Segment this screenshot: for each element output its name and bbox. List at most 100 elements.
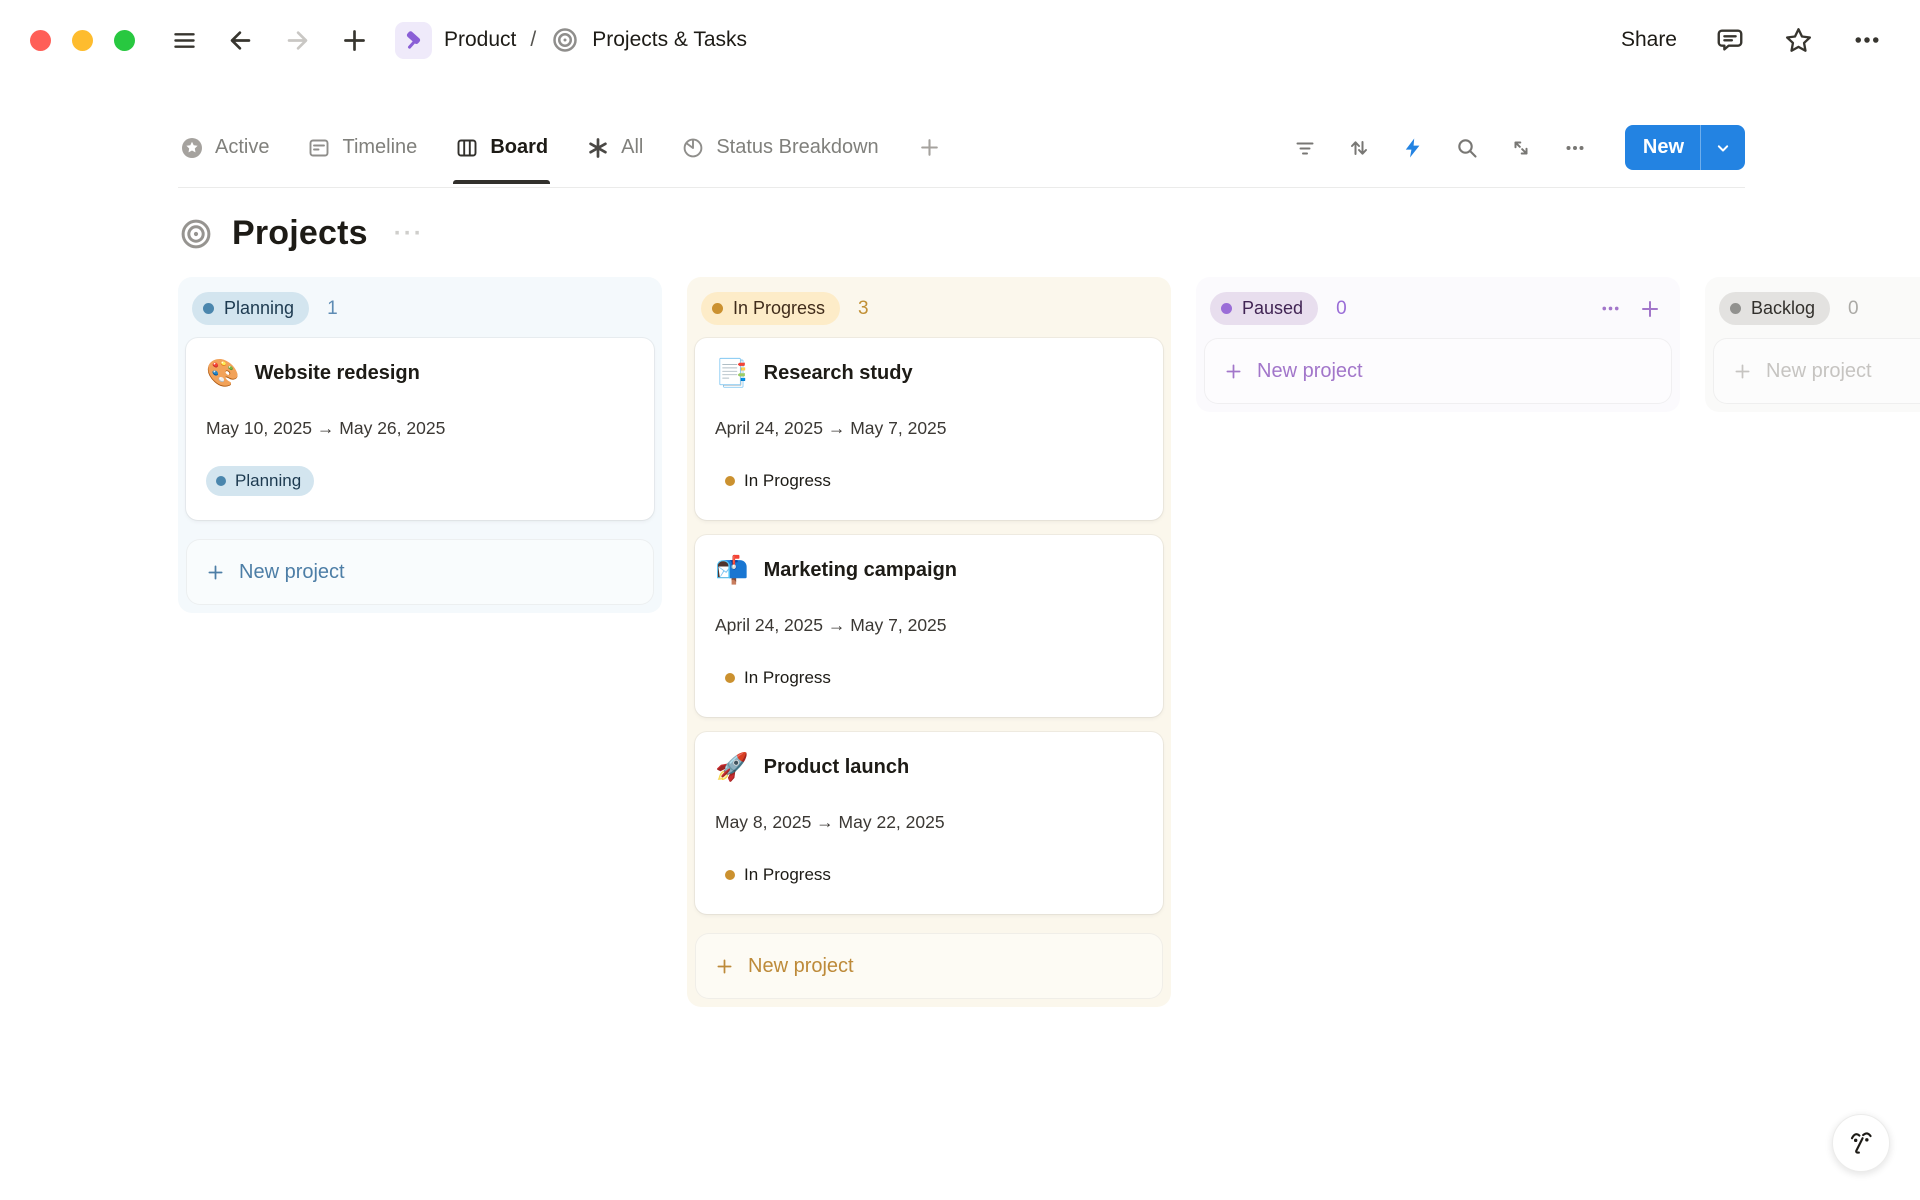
card-title: Marketing campaign bbox=[764, 559, 957, 582]
zoom-window-button[interactable] bbox=[114, 30, 135, 51]
view-controls: New bbox=[1293, 125, 1745, 170]
board-view: Planning 1 🎨 Website redesign May 10, 20… bbox=[178, 277, 1920, 1007]
status-label: Paused bbox=[1242, 298, 1303, 319]
column-more-icon[interactable] bbox=[1599, 297, 1622, 320]
card-status-tag: In Progress bbox=[715, 663, 844, 693]
column-count: 3 bbox=[858, 298, 869, 320]
new-project-label: New project bbox=[1257, 360, 1363, 383]
board-columns-icon bbox=[455, 136, 479, 160]
breadcrumb-workspace[interactable]: Product bbox=[444, 28, 516, 52]
workspace-hammer-icon[interactable] bbox=[395, 22, 432, 59]
status-dot bbox=[1730, 303, 1741, 314]
target-icon bbox=[550, 25, 580, 55]
traffic-lights bbox=[30, 30, 135, 51]
minimize-window-button[interactable] bbox=[72, 30, 93, 51]
tab-active-label: Active bbox=[215, 136, 269, 159]
column-actions bbox=[1599, 297, 1662, 321]
card-list: 📑 Research study April 24, 2025 → May 7,… bbox=[695, 338, 1163, 914]
tag-label: In Progress bbox=[744, 471, 831, 491]
new-project-button[interactable]: New project bbox=[1713, 338, 1920, 404]
timeline-icon bbox=[307, 136, 331, 160]
sidebar-menu-icon[interactable] bbox=[171, 27, 198, 54]
search-icon[interactable] bbox=[1455, 136, 1479, 160]
new-project-label: New project bbox=[1766, 360, 1872, 383]
chevron-down-icon[interactable] bbox=[1701, 138, 1745, 158]
favorite-star-icon[interactable] bbox=[1783, 25, 1814, 56]
card-title: Product launch bbox=[764, 756, 910, 779]
sort-icon[interactable] bbox=[1347, 136, 1371, 160]
bookmark-tabs-emoji-icon: 📑 bbox=[715, 360, 749, 387]
close-window-button[interactable] bbox=[30, 30, 51, 51]
comments-icon[interactable] bbox=[1715, 25, 1745, 55]
project-card-research-study[interactable]: 📑 Research study April 24, 2025 → May 7,… bbox=[695, 338, 1163, 520]
new-project-button[interactable]: New project bbox=[1204, 338, 1672, 404]
board-column-planning: Planning 1 🎨 Website redesign May 10, 20… bbox=[178, 277, 662, 613]
tab-board[interactable]: Board bbox=[453, 136, 550, 160]
more-options-icon[interactable] bbox=[1852, 25, 1882, 55]
forward-icon[interactable] bbox=[283, 26, 312, 55]
filter-icon[interactable] bbox=[1293, 136, 1317, 160]
new-project-button[interactable]: New project bbox=[186, 539, 654, 605]
page-target-icon bbox=[178, 216, 214, 252]
project-card-product-launch[interactable]: 🚀 Product launch May 8, 2025 → May 22, 2… bbox=[695, 732, 1163, 914]
card-list: 🎨 Website redesign May 10, 2025 → May 26… bbox=[186, 338, 654, 520]
column-count: 0 bbox=[1336, 298, 1347, 320]
star-circle-icon bbox=[180, 136, 204, 160]
new-project-button[interactable]: New project bbox=[695, 933, 1163, 999]
page-title-more-icon[interactable]: ··· bbox=[394, 220, 424, 248]
tab-board-label: Board bbox=[490, 136, 548, 159]
column-count: 0 bbox=[1848, 298, 1859, 320]
new-button[interactable]: New bbox=[1625, 125, 1745, 170]
share-button[interactable]: Share bbox=[1621, 28, 1677, 52]
more-view-options-icon[interactable] bbox=[1563, 136, 1587, 160]
card-dates: April 24, 2025 → May 7, 2025 bbox=[715, 615, 1143, 636]
column-add-icon[interactable] bbox=[1638, 297, 1662, 321]
tag-label: In Progress bbox=[744, 865, 831, 885]
status-pill-paused[interactable]: Paused bbox=[1210, 292, 1318, 325]
status-pill-planning[interactable]: Planning bbox=[192, 292, 309, 325]
card-status-tag: In Progress bbox=[715, 466, 844, 496]
tab-status-breakdown-label: Status Breakdown bbox=[716, 136, 878, 159]
tab-timeline[interactable]: Timeline bbox=[305, 136, 419, 160]
pie-chart-icon bbox=[681, 136, 705, 160]
add-view-plus-icon[interactable] bbox=[917, 135, 942, 160]
status-dot bbox=[1221, 303, 1232, 314]
asterisk-icon bbox=[586, 136, 610, 160]
new-button-label[interactable]: New bbox=[1625, 136, 1700, 159]
new-project-label: New project bbox=[239, 561, 345, 584]
expand-icon[interactable] bbox=[1509, 136, 1533, 160]
card-status-tag: Planning bbox=[206, 466, 314, 496]
tab-all-label: All bbox=[621, 136, 643, 159]
tab-timeline-label: Timeline bbox=[342, 136, 417, 159]
card-title: Research study bbox=[764, 362, 913, 385]
new-project-label: New project bbox=[748, 955, 854, 978]
status-pill-backlog[interactable]: Backlog bbox=[1719, 292, 1830, 325]
ai-assistant-button[interactable] bbox=[1832, 1114, 1890, 1172]
column-header: In Progress 3 bbox=[695, 285, 1163, 338]
tab-status-breakdown[interactable]: Status Breakdown bbox=[679, 136, 880, 160]
card-title: Website redesign bbox=[255, 362, 420, 385]
tab-all[interactable]: All bbox=[584, 136, 645, 160]
column-header: Backlog 0 bbox=[1713, 285, 1920, 338]
tab-active[interactable]: Active bbox=[178, 136, 271, 160]
breadcrumb: Product / Projects & Tasks bbox=[395, 22, 747, 59]
tag-label: Planning bbox=[235, 471, 301, 491]
column-count: 1 bbox=[327, 298, 338, 320]
window-titlebar: Product / Projects & Tasks Share bbox=[0, 0, 1920, 80]
board-column-in-progress: In Progress 3 📑 Research study April 24,… bbox=[687, 277, 1171, 1007]
breadcrumb-page[interactable]: Projects & Tasks bbox=[592, 28, 747, 52]
rocket-emoji-icon: 🚀 bbox=[715, 754, 749, 781]
column-header: Planning 1 bbox=[186, 285, 654, 338]
status-dot bbox=[712, 303, 723, 314]
back-icon[interactable] bbox=[226, 26, 255, 55]
column-header: Paused 0 bbox=[1204, 285, 1672, 338]
view-toolbar: Active Timeline Board All Status Breakdo bbox=[178, 108, 1745, 188]
new-page-icon[interactable] bbox=[340, 26, 369, 55]
page-title[interactable]: Projects bbox=[232, 214, 368, 253]
breadcrumb-separator: / bbox=[528, 28, 538, 52]
project-card-marketing-campaign[interactable]: 📬 Marketing campaign April 24, 2025 → Ma… bbox=[695, 535, 1163, 717]
mailbox-emoji-icon: 📬 bbox=[715, 557, 749, 584]
status-pill-in-progress[interactable]: In Progress bbox=[701, 292, 840, 325]
project-card-website-redesign[interactable]: 🎨 Website redesign May 10, 2025 → May 26… bbox=[186, 338, 654, 520]
automations-lightning-icon[interactable] bbox=[1401, 136, 1425, 160]
